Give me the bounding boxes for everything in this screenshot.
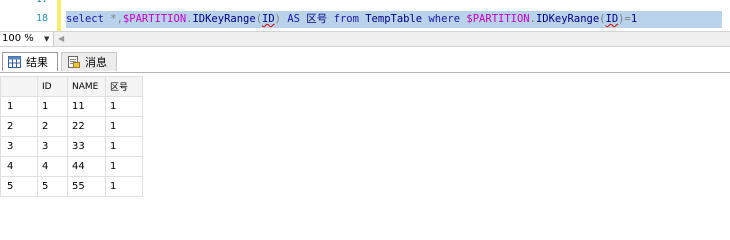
sql-identifier-error: ID bbox=[605, 13, 619, 25]
line-number-gutter: 17 18 bbox=[0, 0, 56, 31]
sql-function: $PARTITION bbox=[122, 13, 187, 25]
grid-cell[interactable]: 4 bbox=[37, 156, 68, 177]
grid-cell[interactable]: 44 bbox=[67, 156, 106, 177]
sql-identifier: IDKeyRange bbox=[535, 13, 600, 25]
sql-identifier: IDKeyRange bbox=[192, 13, 256, 25]
grid-cell[interactable]: 1 bbox=[105, 116, 143, 137]
sql-identifier: TempTable bbox=[365, 13, 423, 25]
code-line-selected[interactable]: select *,$PARTITION.IDKeyRange(ID) AS 区号… bbox=[66, 11, 722, 28]
sql-keyword: AS bbox=[281, 13, 307, 25]
tab-messages[interactable]: 消息 bbox=[61, 52, 117, 71]
chevron-down-icon[interactable]: ▼ bbox=[44, 32, 49, 46]
code-area[interactable]: select *,$PARTITION.IDKeyRange(ID) AS 区号… bbox=[62, 0, 730, 31]
grid-icon bbox=[8, 56, 21, 68]
row-header[interactable]: 5 bbox=[0, 176, 38, 197]
zoom-select[interactable]: 100 % ▼ bbox=[0, 32, 54, 46]
column-header-region[interactable]: 区号 bbox=[105, 76, 143, 97]
grid-corner[interactable] bbox=[0, 76, 38, 97]
sql-identifier-error: ID bbox=[262, 13, 275, 25]
table-row: 1 1 11 1 bbox=[0, 96, 143, 117]
grid-cell[interactable]: 1 bbox=[105, 96, 143, 117]
grid-cell[interactable]: 1 bbox=[105, 136, 143, 157]
row-header[interactable]: 2 bbox=[0, 116, 38, 137]
results-grid[interactable]: ID NAME 区号 1 1 11 1 2 2 22 1 3 3 33 1 4 … bbox=[0, 76, 143, 197]
line-number: 18 bbox=[35, 13, 48, 24]
sql-keyword: where bbox=[422, 13, 467, 25]
grid-cell-selected[interactable]: 1 bbox=[37, 96, 68, 117]
sql-keyword: from bbox=[327, 13, 366, 25]
code-line[interactable] bbox=[66, 0, 726, 7]
table-row: 3 3 33 1 bbox=[0, 136, 143, 157]
scroll-left-icon[interactable]: ◀ bbox=[58, 32, 64, 46]
sql-identifier: 区号 bbox=[306, 13, 328, 25]
result-tabs: 结果 消息 bbox=[0, 50, 730, 73]
row-header[interactable]: 3 bbox=[0, 136, 38, 157]
table-row: 5 5 55 1 bbox=[0, 176, 143, 197]
sql-editor[interactable]: 17 18 select *,$PARTITION.IDKeyRange(ID)… bbox=[0, 0, 730, 31]
column-header-id[interactable]: ID bbox=[37, 76, 68, 97]
tab-messages-label: 消息 bbox=[85, 56, 107, 69]
row-header[interactable]: 1 bbox=[0, 96, 38, 117]
table-row: 2 2 22 1 bbox=[0, 116, 143, 137]
grid-cell[interactable]: 3 bbox=[37, 136, 68, 157]
message-icon bbox=[68, 56, 80, 68]
tab-results-label: 结果 bbox=[26, 56, 48, 69]
tab-results[interactable]: 结果 bbox=[2, 52, 58, 71]
column-header-name[interactable]: NAME bbox=[67, 76, 106, 97]
change-marker bbox=[57, 0, 61, 31]
grid-cell[interactable]: 11 bbox=[67, 96, 106, 117]
grid-cell[interactable]: 1 bbox=[105, 176, 143, 197]
grid-cell[interactable]: 1 bbox=[105, 156, 143, 177]
sql-function: $PARTITION bbox=[466, 13, 530, 25]
grid-cell[interactable]: 2 bbox=[37, 116, 68, 137]
editor-status-strip: 100 % ▼ ◀ bbox=[0, 31, 730, 47]
sql-literal: 1 bbox=[630, 13, 638, 25]
line-number: 17 bbox=[36, 0, 48, 5]
grid-header-row: ID NAME 区号 bbox=[0, 76, 143, 97]
grid-cell[interactable]: 33 bbox=[67, 136, 106, 157]
grid-cell[interactable]: 5 bbox=[37, 176, 68, 197]
zoom-value: 100 % bbox=[2, 33, 34, 44]
row-header[interactable]: 4 bbox=[0, 156, 38, 177]
table-row: 4 4 44 1 bbox=[0, 156, 143, 177]
sql-keyword: select bbox=[66, 13, 111, 25]
grid-cell[interactable]: 22 bbox=[67, 116, 106, 137]
grid-cell[interactable]: 55 bbox=[67, 176, 106, 197]
